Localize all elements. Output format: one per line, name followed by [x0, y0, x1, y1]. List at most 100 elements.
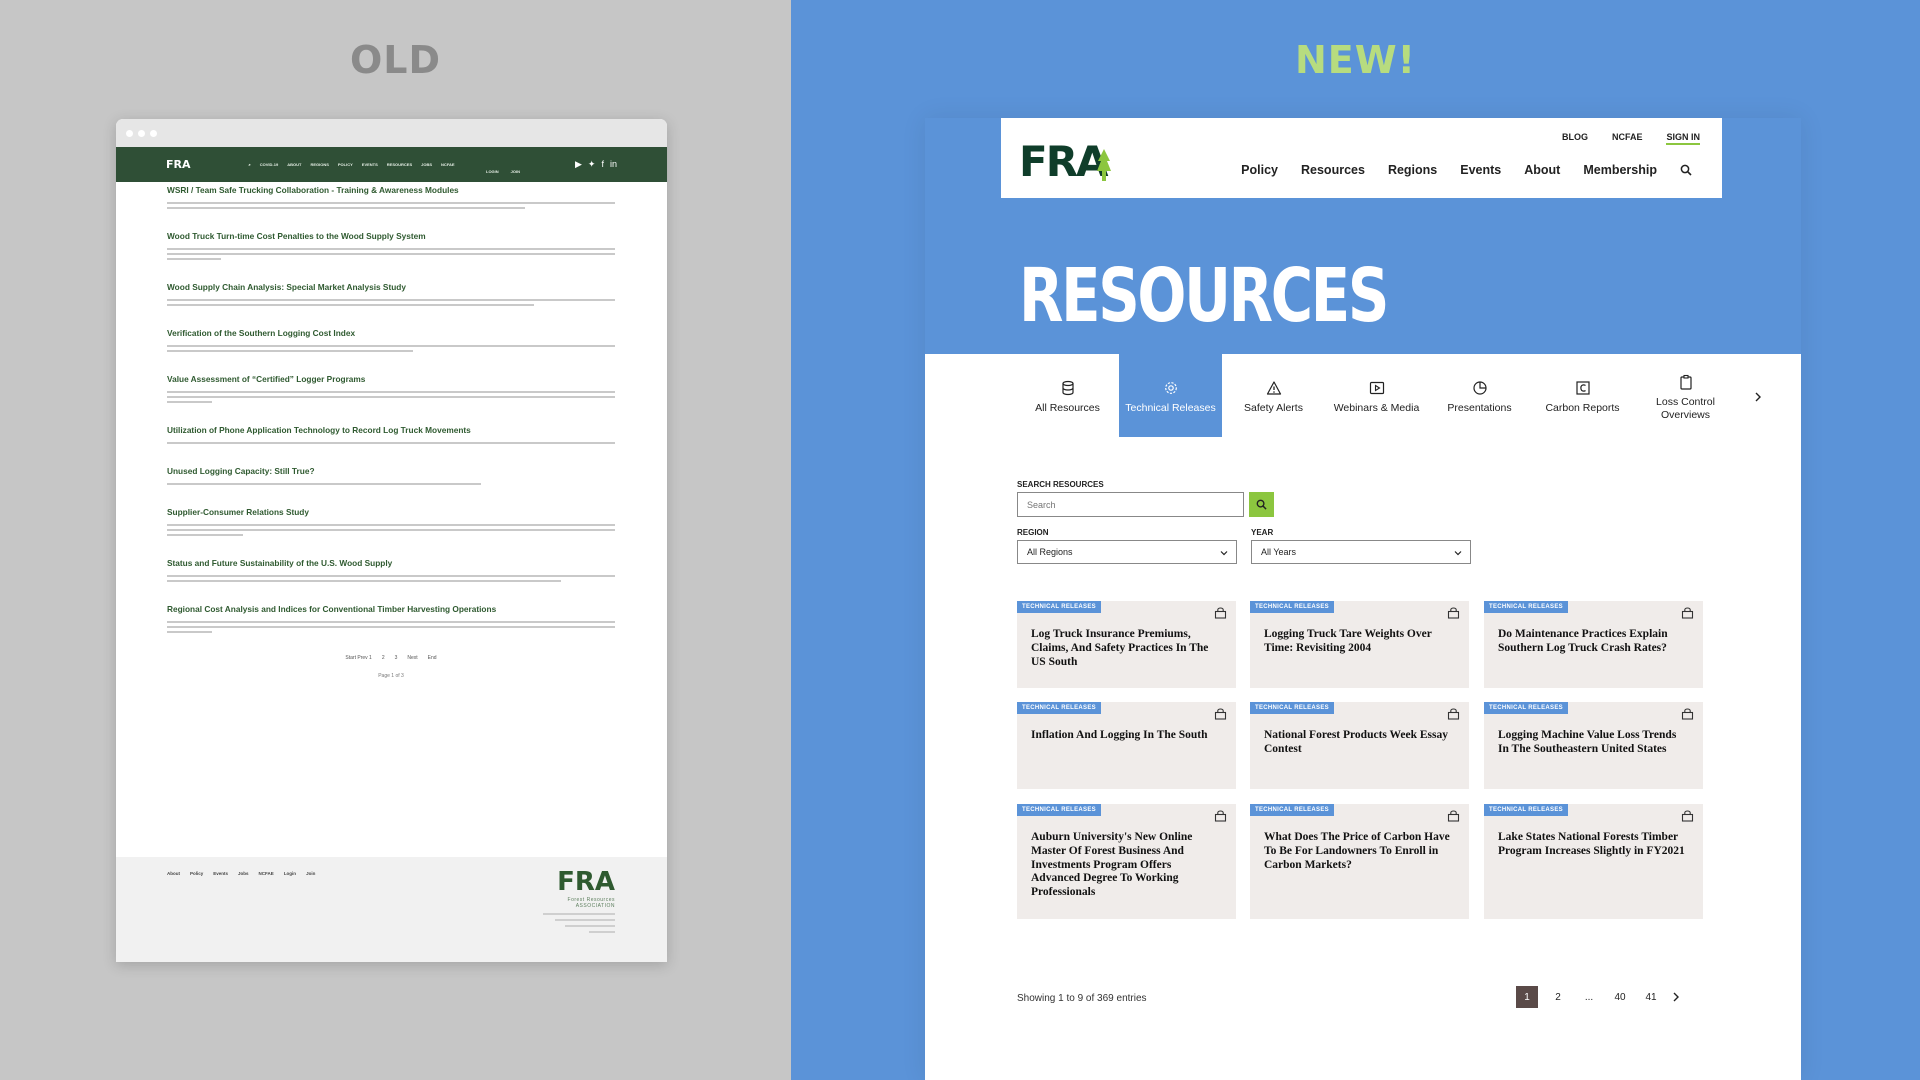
old-nav-item[interactable]: LOGIN	[486, 169, 499, 174]
nav-events[interactable]: Events	[1460, 163, 1501, 177]
resource-card[interactable]: TECHNICAL RELEASES Lake States National …	[1484, 804, 1703, 919]
old-nav-item[interactable]: REGIONS	[310, 162, 328, 167]
tab-safety-alerts[interactable]: Safety Alerts	[1222, 354, 1325, 437]
tab-carbon-reports[interactable]: Carbon Reports	[1531, 354, 1634, 437]
pager-page[interactable]: 3	[395, 655, 398, 661]
old-logo[interactable]: FRA	[166, 158, 191, 171]
nav-membership[interactable]: Membership	[1583, 163, 1657, 177]
article-title[interactable]: WSRI / Team Safe Trucking Collaboration …	[167, 185, 615, 195]
resource-card[interactable]: TECHNICAL RELEASES Logging Machine Value…	[1484, 702, 1703, 789]
footer-link[interactable]: About	[167, 871, 180, 876]
tab-all-resources[interactable]: All Resources	[1016, 354, 1119, 437]
tab-loss-control-overviews[interactable]: Loss Control Overviews	[1634, 354, 1737, 437]
nav-policy[interactable]: Policy	[1241, 163, 1278, 177]
old-nav-item[interactable]: NCFAE	[441, 162, 455, 167]
pager-next[interactable]: Next	[407, 655, 417, 661]
lock-icon	[1681, 810, 1694, 822]
card-title: Log Truck Insurance Premiums, Claims, An…	[1031, 628, 1209, 668]
old-navbar: FRA ⌕ COVID-19 ABOUT REGIONS POLICY EVEN…	[116, 147, 667, 182]
page-link[interactable]: 2	[1547, 986, 1569, 1008]
lock-icon	[1214, 607, 1227, 619]
chevron-down-icon	[1220, 551, 1228, 556]
footer-link[interactable]: Login	[284, 871, 296, 876]
region-select[interactable]: All Regions	[1017, 540, 1237, 564]
old-nav-item[interactable]: COVID-19	[260, 162, 278, 167]
resource-tabs: All Resources Technical Releases Safety …	[1016, 354, 1737, 437]
tab-webinars-media[interactable]: Webinars & Media	[1325, 354, 1428, 437]
nav-about[interactable]: About	[1524, 163, 1560, 177]
footer-link[interactable]: Jobs	[238, 871, 249, 876]
article-title[interactable]: Regional Cost Analysis and Indices for C…	[167, 604, 615, 614]
old-nav-item[interactable]: POLICY	[338, 162, 353, 167]
card-badge: TECHNICAL RELEASES	[1484, 702, 1568, 714]
pager-page[interactable]: 2	[382, 655, 385, 661]
article-title[interactable]: Verification of the Southern Logging Cos…	[167, 328, 615, 338]
old-nav-item[interactable]: EVENTS	[362, 162, 378, 167]
twitter-icon[interactable]: ✦	[588, 159, 596, 170]
article-title[interactable]: Status and Future Sustainability of the …	[167, 558, 615, 568]
clipboard-icon	[1679, 375, 1692, 391]
resource-card[interactable]: TECHNICAL RELEASES What Does The Price o…	[1250, 804, 1469, 919]
resource-card[interactable]: TECHNICAL RELEASES Do Maintenance Practi…	[1484, 601, 1703, 688]
old-footer: About Policy Events Jobs NCFAE Login Joi…	[116, 857, 667, 962]
search-icon[interactable]: ⌕	[249, 162, 251, 167]
card-badge: TECHNICAL RELEASES	[1017, 601, 1101, 613]
old-nav-item[interactable]: JOIN	[511, 169, 520, 174]
resource-card[interactable]: TECHNICAL RELEASES Inflation And Logging…	[1017, 702, 1236, 789]
page-link[interactable]: 41	[1640, 986, 1662, 1008]
chevron-right-icon[interactable]	[1671, 992, 1681, 1002]
pager-start[interactable]: Start Prev 1	[345, 655, 371, 661]
article-title[interactable]: Wood Supply Chain Analysis: Special Mark…	[167, 282, 615, 292]
youtube-icon[interactable]: ▶	[575, 159, 582, 170]
chevron-right-icon[interactable]	[1753, 392, 1763, 402]
article-title[interactable]: Utilization of Phone Application Technol…	[167, 425, 615, 435]
old-nav-item[interactable]: JOBS	[421, 162, 432, 167]
resource-card[interactable]: TECHNICAL RELEASES National Forest Produ…	[1250, 702, 1469, 789]
search-input[interactable]	[1017, 492, 1244, 517]
gear-icon	[1164, 382, 1177, 395]
page-ellipsis: ...	[1584, 991, 1594, 1003]
tab-technical-releases[interactable]: Technical Releases	[1119, 354, 1222, 437]
year-label: YEAR	[1251, 528, 1274, 537]
nav-resources[interactable]: Resources	[1301, 163, 1365, 177]
search-button[interactable]	[1249, 492, 1274, 517]
list-item: Wood Supply Chain Analysis: Special Mark…	[167, 282, 615, 306]
search-icon[interactable]	[1680, 164, 1692, 176]
search-icon	[1256, 499, 1267, 510]
database-icon	[1061, 381, 1074, 396]
page-link-current[interactable]: 1	[1516, 986, 1538, 1008]
old-pagination: Start Prev 1 2 3 Next End	[167, 655, 615, 661]
footer-link[interactable]: NCFAE	[259, 871, 274, 876]
resource-card[interactable]: TECHNICAL RELEASES Logging Truck Tare We…	[1250, 601, 1469, 688]
resource-card[interactable]: TECHNICAL RELEASES Log Truck Insurance P…	[1017, 601, 1236, 688]
card-title: Logging Machine Value Loss Trends In The…	[1498, 729, 1677, 755]
nav-regions[interactable]: Regions	[1388, 163, 1437, 177]
card-title: National Forest Products Week Essay Cont…	[1264, 729, 1449, 755]
card-title: Auburn University's New Online Master Of…	[1031, 831, 1193, 899]
footer-link[interactable]: Events	[213, 871, 228, 876]
footer-link[interactable]: Join	[306, 871, 315, 876]
card-badge: TECHNICAL RELEASES	[1484, 601, 1568, 613]
card-title: Lake States National Forests Timber Prog…	[1498, 831, 1685, 857]
pager-end[interactable]: End	[428, 655, 437, 661]
article-title[interactable]: Supplier-Consumer Relations Study	[167, 507, 615, 517]
old-nav-item[interactable]: RESOURCES	[387, 162, 412, 167]
tab-presentations[interactable]: Presentations	[1428, 354, 1531, 437]
year-select[interactable]: All Years	[1251, 540, 1471, 564]
sign-in-link[interactable]: SIGN IN	[1666, 132, 1700, 145]
page-link[interactable]: 40	[1609, 986, 1631, 1008]
card-badge: TECHNICAL RELEASES	[1250, 702, 1334, 714]
old-nav-item[interactable]: ABOUT	[287, 162, 301, 167]
fra-logo[interactable]: FRA	[1019, 141, 1111, 183]
resource-card[interactable]: TECHNICAL RELEASES Auburn University's N…	[1017, 804, 1236, 919]
utility-link-ncfae[interactable]: NCFAE	[1612, 132, 1643, 145]
list-item: Value Assessment of “Certified” Logger P…	[167, 374, 615, 403]
linkedin-icon[interactable]: in	[610, 159, 617, 170]
utility-nav: BLOG NCFAE SIGN IN	[1562, 132, 1700, 145]
utility-link-blog[interactable]: BLOG	[1562, 132, 1588, 145]
facebook-icon[interactable]: f	[601, 159, 604, 170]
article-title[interactable]: Value Assessment of “Certified” Logger P…	[167, 374, 615, 384]
footer-link[interactable]: Policy	[190, 871, 203, 876]
article-title[interactable]: Wood Truck Turn-time Cost Penalties to t…	[167, 231, 615, 241]
article-title[interactable]: Unused Logging Capacity: Still True?	[167, 466, 615, 476]
